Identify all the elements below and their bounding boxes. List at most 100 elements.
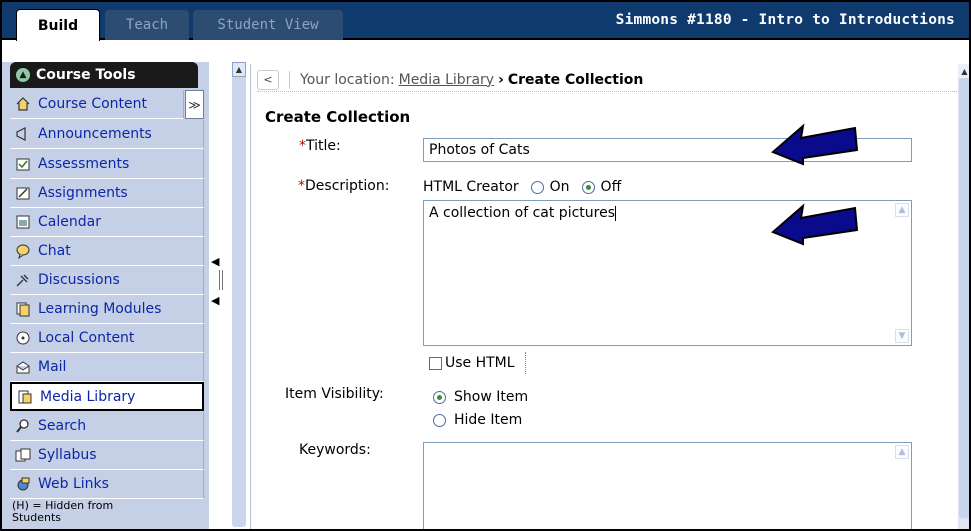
splitter-grip[interactable] (222, 270, 223, 290)
modules-icon (14, 300, 32, 318)
sidebar-item-label: Course Content (38, 96, 148, 112)
course-tools-sidebar: ▲ Course Tools Course Content ≫ Announce… (2, 62, 209, 529)
sidebar-item-mail[interactable]: Mail (10, 353, 204, 382)
sidebar-item-chat[interactable]: Chat (10, 237, 204, 266)
show-item-radio[interactable] (433, 390, 446, 404)
description-label-text: Description: (305, 178, 390, 194)
visibility-hide-row: Hide Item (423, 412, 522, 428)
show-item-label: Show Item (454, 389, 529, 405)
sidebar-item-label: Chat (38, 243, 71, 259)
sidebar-scrollbar[interactable]: ▲ (232, 62, 246, 527)
syllabus-icon (14, 446, 32, 464)
collapse-left-icon[interactable]: ◀ (211, 255, 219, 268)
sidebar-item-label: Syllabus (38, 447, 97, 463)
sidebar-item-label: Assessments (38, 156, 130, 172)
html-creator-off-label: Off (600, 179, 622, 195)
html-creator-on-label: On (549, 179, 570, 195)
assignments-icon (14, 184, 32, 202)
top-tab-bar: Build Teach Student View Simmons #1180 -… (2, 2, 969, 41)
assessments-icon (14, 155, 32, 173)
course-tools-title: Course Tools (36, 67, 136, 83)
description-scrollbar[interactable]: ▲ ▼ (893, 201, 911, 345)
breadcrumb-link-media-library[interactable]: Media Library (399, 72, 494, 88)
sidebar-item-course-content[interactable]: Course Content (10, 90, 184, 119)
breadcrumb-divider (289, 70, 290, 89)
sidebar-item-label: Announcements (38, 126, 152, 142)
html-creator-label: HTML Creator (423, 179, 519, 195)
sidebar-item-discussions[interactable]: Discussions (10, 266, 204, 295)
use-html-row: Use HTML (429, 352, 526, 374)
magnifier-icon (14, 417, 32, 435)
scroll-down-icon[interactable]: ▼ (895, 329, 909, 343)
sidebar-item-local-content[interactable]: Local Content (10, 324, 204, 353)
annotation-arrow-icon (771, 123, 859, 166)
hide-item-label: Hide Item (454, 412, 523, 428)
scroll-up-icon[interactable]: ▲ (895, 445, 909, 459)
collapse-up-icon: ▲ (16, 68, 30, 82)
visibility-label: Item Visibility: (285, 386, 384, 402)
sidebar-item-announcements[interactable]: Announcements (10, 120, 204, 149)
page-title: Create Collection (265, 108, 411, 126)
description-text: A collection of cat pictures (429, 205, 615, 221)
sidebar-item-assignments[interactable]: Assignments (10, 179, 204, 208)
scroll-up-icon[interactable]: ▲ (232, 62, 246, 77)
annotation-arrow-icon (771, 203, 859, 246)
sidebar-item-label: Mail (38, 359, 67, 375)
back-icon[interactable]: < (257, 69, 279, 90)
sidebar-item-label: Search (38, 418, 87, 434)
sidebar-item-label: Web Links (38, 476, 109, 492)
sidebar-item-syllabus[interactable]: Syllabus (10, 441, 204, 470)
megaphone-icon (14, 125, 32, 143)
title-label-text: Title: (306, 138, 341, 154)
sidebar-item-media-library[interactable]: Media Library (10, 382, 204, 411)
globe-icon (14, 475, 32, 493)
sidebar-item-label: Calendar (38, 214, 101, 230)
breadcrumb: < Your location: Media Library › Create … (257, 68, 963, 92)
home-icon (14, 95, 32, 113)
cd-icon (14, 329, 32, 347)
chat-icon (14, 242, 32, 260)
sidebar-item-label: Assignments (38, 185, 128, 201)
sidebar-item-search[interactable]: Search (10, 412, 204, 441)
tab-teach[interactable]: Teach (105, 10, 189, 40)
required-marker: * (298, 178, 305, 194)
keywords-textarea[interactable]: ▲ (423, 442, 912, 529)
sidebar-item-learning-modules[interactable]: Learning Modules (10, 295, 204, 324)
media-icon (16, 388, 34, 406)
sidebar-item-label: Discussions (38, 272, 120, 288)
sidebar-item-label: Media Library (40, 388, 136, 405)
breadcrumb-prefix: Your location: (300, 71, 395, 88)
tab-build[interactable]: Build (16, 9, 100, 41)
html-creator-on-radio[interactable] (530, 180, 544, 194)
visibility-show-row: Show Item (423, 389, 528, 405)
course-tools-header[interactable]: ▲ Course Tools (10, 62, 198, 88)
calendar-icon (14, 213, 32, 231)
tab-student-view[interactable]: Student View (193, 10, 343, 40)
splitter-grip[interactable] (219, 270, 220, 290)
sidebar-item-label: Local Content (38, 330, 135, 346)
app-window: Build Teach Student View Simmons #1180 -… (0, 0, 971, 531)
mail-icon (14, 358, 32, 376)
hide-item-radio[interactable] (433, 413, 446, 427)
html-creator-off-radio[interactable] (581, 180, 595, 194)
scroll-up-icon[interactable]: ▲ (958, 64, 969, 78)
chevron-down-icon[interactable]: ≫ (185, 90, 204, 119)
required-marker: * (299, 138, 306, 154)
description-label: *Description: (298, 178, 389, 194)
collapse-left-icon[interactable]: ◀ (211, 294, 219, 307)
hidden-legend: (H) = Hidden from Students (12, 500, 113, 524)
breadcrumb-current: Create Collection (507, 71, 644, 88)
main-scrollbar[interactable]: ▲ (958, 64, 969, 529)
main-content: < Your location: Media Library › Create … (250, 64, 963, 529)
use-html-checkbox[interactable] (429, 356, 442, 370)
sidebar-item-web-links[interactable]: Web Links (10, 470, 204, 499)
sidebar-item-calendar[interactable]: Calendar (10, 208, 204, 237)
pin-icon (14, 271, 32, 289)
course-title: Simmons #1180 - Intro to Introductions (615, 12, 955, 28)
scroll-up-icon[interactable]: ▲ (895, 203, 909, 217)
sidebar-item-label: Learning Modules (38, 301, 162, 317)
text-caret (615, 205, 616, 221)
divider (524, 352, 526, 374)
scroll-thumb[interactable] (959, 78, 969, 518)
sidebar-item-assessments[interactable]: Assessments (10, 150, 204, 179)
